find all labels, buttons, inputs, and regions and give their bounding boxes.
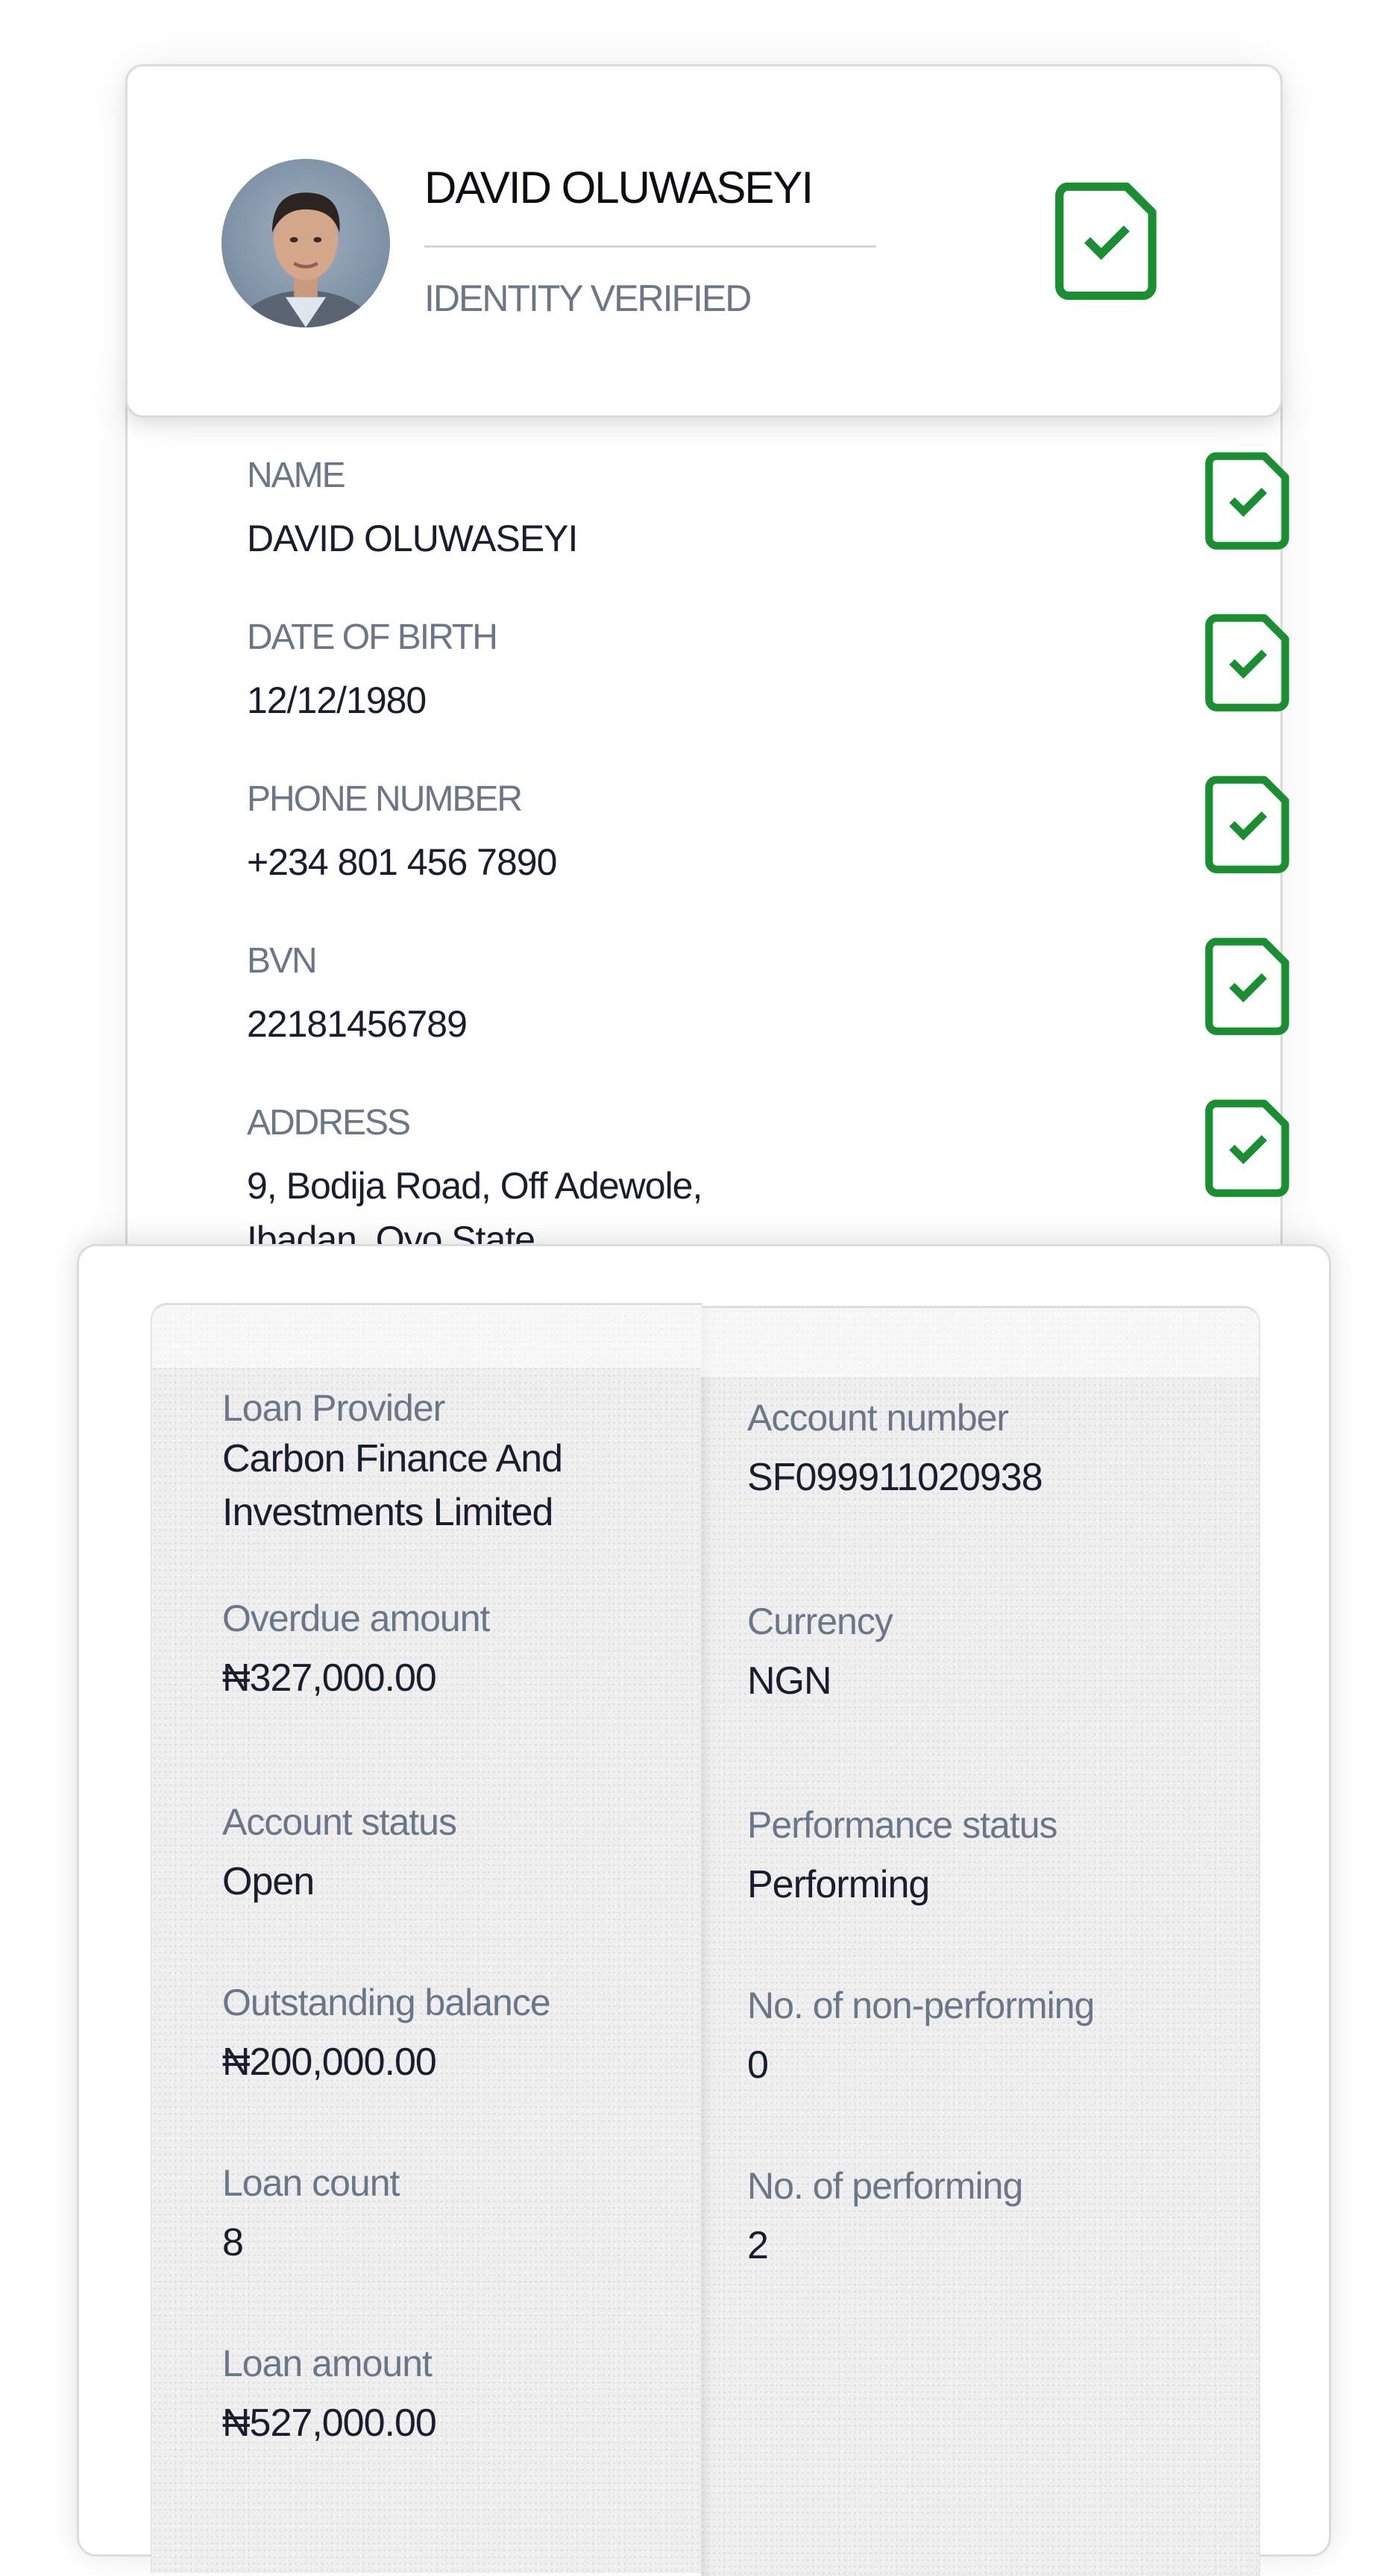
loan-value: 2 bbox=[747, 2224, 769, 2267]
loan-column-right: Account number SF099911020938 Currency N… bbox=[701, 1306, 1260, 2576]
verification-status: IDENTITY VERIFIED bbox=[424, 277, 752, 319]
document-check-icon bbox=[1055, 182, 1157, 301]
loan-label: Account number bbox=[747, 1397, 1009, 1439]
avatar bbox=[221, 159, 390, 327]
document-check-icon bbox=[1205, 776, 1289, 873]
detail-label: BVN bbox=[247, 941, 318, 981]
detail-row-name: NAME DAVID OLUWASEYI bbox=[247, 452, 1289, 589]
detail-value: +234 801 456 7890 bbox=[247, 841, 557, 883]
loan-value: 0 bbox=[747, 2043, 769, 2087]
loan-value: ₦200,000.00 bbox=[222, 2041, 437, 2084]
identity-header-card: DAVID OLUWASEYI IDENTITY VERIFIED bbox=[125, 64, 1283, 418]
document-check-icon bbox=[1205, 614, 1289, 711]
loan-field-loan-count: Loan count 8 bbox=[222, 2161, 400, 2269]
loan-field-currency: Currency NGN bbox=[747, 1599, 893, 1708]
loan-field-provider: Loan Provider Carbon Finance And Investm… bbox=[222, 1386, 563, 1539]
detail-row-dob: DATE OF BIRTH 12/12/1980 bbox=[247, 614, 1289, 751]
loan-field-performance-status: Performance status Performing bbox=[747, 1803, 1058, 1911]
loan-value: NGN bbox=[747, 1659, 832, 1703]
detail-label: DATE OF BIRTH bbox=[247, 618, 498, 657]
loan-field-performing: No. of performing 2 bbox=[747, 2164, 1023, 2272]
detail-label: PHONE NUMBER bbox=[247, 779, 523, 819]
paper-header-band bbox=[152, 1305, 702, 1368]
loan-label: Currency bbox=[747, 1600, 893, 1642]
identity-details-panel: NAME DAVID OLUWASEYI DATE OF BIRTH 12/12… bbox=[125, 388, 1289, 1260]
provider-line-1: Carbon Finance And bbox=[222, 1437, 563, 1480]
loan-value: Carbon Finance And Investments Limited bbox=[222, 1432, 563, 1539]
divider bbox=[424, 245, 876, 248]
loan-label: Account status bbox=[222, 1801, 457, 1843]
document-check-icon bbox=[1205, 937, 1289, 1035]
loan-field-overdue: Overdue amount ₦327,000.00 bbox=[222, 1596, 490, 1705]
loan-field-loan-amount: Loan amount ₦527,000.00 bbox=[222, 2341, 437, 2450]
detail-label: NAME bbox=[247, 456, 346, 495]
user-name: DAVID OLUWASEYI bbox=[424, 163, 814, 213]
detail-row-phone: PHONE NUMBER +234 801 456 7890 bbox=[247, 776, 1289, 913]
loan-field-non-performing: No. of non-performing 0 bbox=[747, 1983, 1095, 2092]
detail-row-bvn: BVN 22181456789 bbox=[247, 937, 1289, 1075]
loan-label: No. of non-performing bbox=[747, 1985, 1095, 2026]
loan-label: Loan amount bbox=[222, 2343, 433, 2384]
loan-value: Open bbox=[222, 1860, 315, 1903]
document-check-icon bbox=[1205, 452, 1289, 550]
provider-line-2: Investments Limited bbox=[222, 1491, 553, 1534]
loan-value: SF099911020938 bbox=[747, 1456, 1043, 1499]
detail-value: DAVID OLUWASEYI bbox=[247, 518, 578, 559]
detail-value: 22181456789 bbox=[247, 1003, 468, 1045]
loan-label: Loan count bbox=[222, 2162, 400, 2204]
loan-column-left: Loan Provider Carbon Finance And Investm… bbox=[151, 1303, 702, 2573]
detail-value: 12/12/1980 bbox=[247, 679, 427, 721]
loan-value: 8 bbox=[222, 2221, 244, 2264]
loan-label: Performance status bbox=[747, 1804, 1058, 1846]
document-check-icon bbox=[1205, 1099, 1289, 1197]
loan-field-account-status: Account status Open bbox=[222, 1800, 457, 1909]
detail-label: ADDRESS bbox=[247, 1103, 411, 1143]
loan-label: Loan Provider bbox=[222, 1387, 445, 1429]
loan-label: No. of performing bbox=[747, 2165, 1023, 2207]
loan-value: Performing bbox=[747, 1863, 930, 1906]
loan-field-outstanding: Outstanding balance ₦200,000.00 bbox=[222, 1980, 551, 2089]
address-line-1: 9, Bodija Road, Off Adewole, bbox=[247, 1165, 702, 1207]
profile-photo bbox=[234, 192, 377, 327]
loan-value: ₦327,000.00 bbox=[222, 1656, 437, 1700]
detail-row-address: ADDRESS 9, Bodija Road, Off Adewole, Iba… bbox=[247, 1099, 1289, 1266]
loan-value: ₦527,000.00 bbox=[222, 2401, 437, 2445]
loan-label: Overdue amount bbox=[222, 1598, 490, 1639]
loan-details-card: Loan Provider Carbon Finance And Investm… bbox=[77, 1244, 1331, 2576]
loan-field-account-number: Account number SF099911020938 bbox=[747, 1395, 1043, 1504]
loan-label: Outstanding balance bbox=[222, 1982, 551, 2023]
paper-header-band bbox=[701, 1308, 1259, 1377]
